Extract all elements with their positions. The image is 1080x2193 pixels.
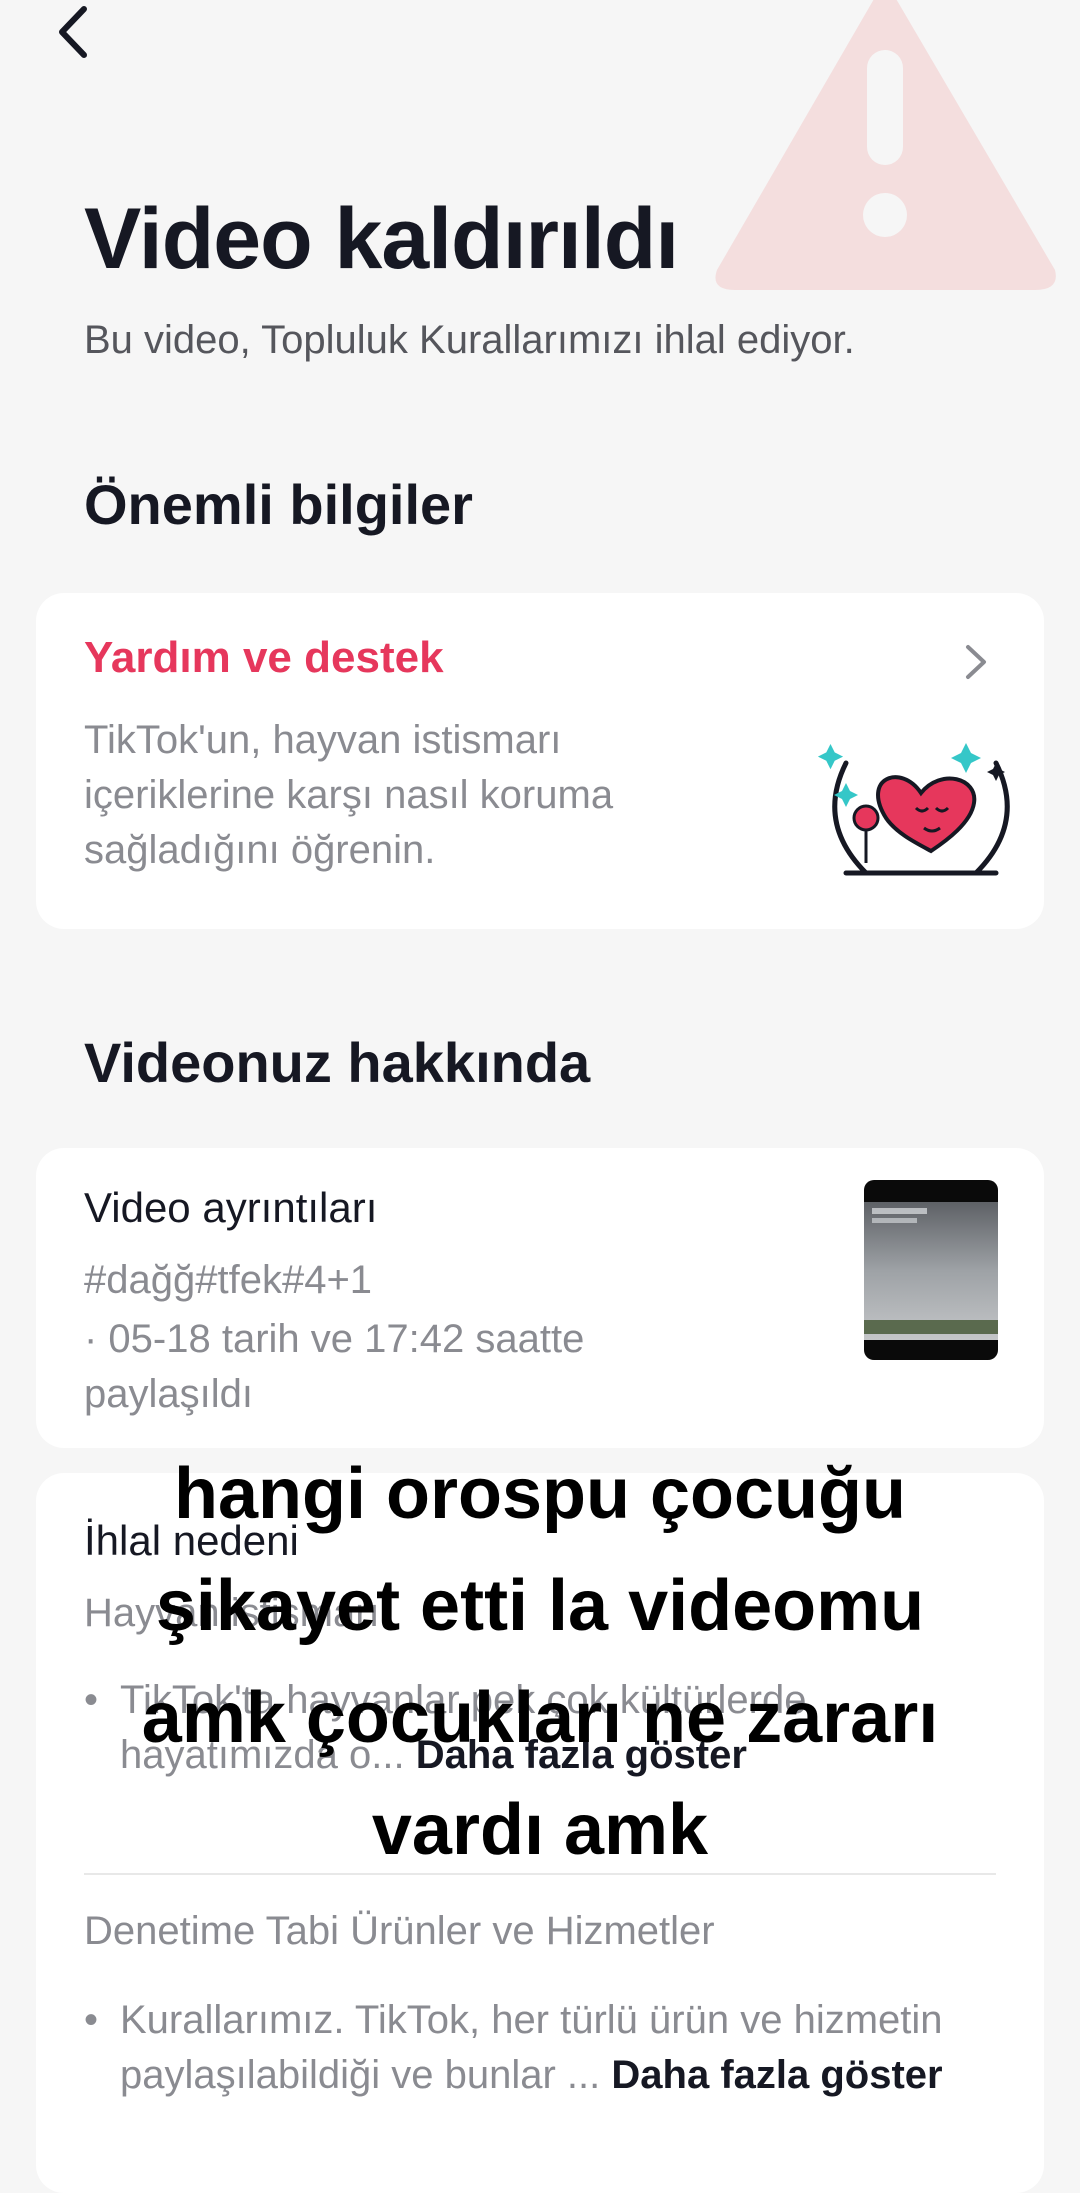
caption-line: vardı amk (371, 1790, 709, 1870)
video-thumbnail[interactable] (864, 1180, 998, 1360)
help-card-description: TikTok'un, hayvan istismarı içeriklerine… (84, 718, 614, 872)
heart-hug-illustration (817, 743, 1010, 876)
page-subtitle: Bu video, Topluluk Kurallarımızı ihlal e… (84, 318, 855, 362)
video-details-title: Video ayrıntıları (84, 1184, 378, 1231)
page-title: Video kaldırıldı (84, 191, 679, 287)
violation-bullet-2: • Kurallarımız. TikTok, her türlü ürün v… (84, 1993, 984, 2103)
chevron-right-icon (966, 645, 986, 679)
video-details-card[interactable]: Video ayrıntıları #dağğ#tfek#4+1 · 05-18… (36, 1148, 1044, 1448)
bullet-dot: • (84, 1998, 99, 2042)
warning-triangle-icon (715, 0, 1056, 290)
violation-category: Denetime Tabi Ürünler ve Hizmetler (84, 1909, 715, 1953)
caption-line: şikayet etti la videomu (155, 1566, 925, 1646)
video-date: · 05-18 tarih ve 17:42 saatte paylaşıldı (84, 1317, 585, 1416)
help-card-title: Yardım ve destek (84, 633, 444, 682)
overlay-caption: hangi orospu çocuğu şikayet etti la vide… (40, 1438, 1040, 1886)
chevron-left-icon (59, 6, 87, 58)
about-video-heading: Videonuz hakkında (84, 1031, 591, 1094)
video-hashtags: #dağğ#tfek#4+1 (84, 1258, 373, 1302)
help-support-card[interactable]: Yardım ve destek TikTok'un, hayvan istis… (36, 593, 1044, 929)
caption-line: amk çocukları ne zararı (141, 1678, 939, 1758)
sky-thumbnail-image (864, 1202, 998, 1340)
back-button[interactable] (48, 2, 98, 62)
show-more-link[interactable]: Daha fazla göster (611, 2053, 942, 2097)
important-info-heading: Önemli bilgiler (84, 473, 473, 536)
caption-line: hangi orospu çocuğu (174, 1454, 906, 1534)
